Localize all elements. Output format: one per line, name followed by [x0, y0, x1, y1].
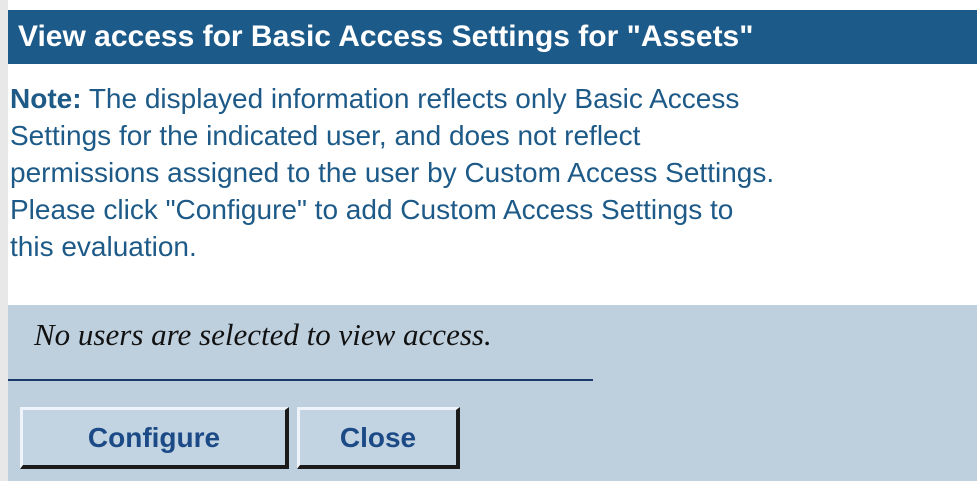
configure-button[interactable]: Configure [20, 407, 289, 469]
dialog-title: View access for Basic Access Settings fo… [8, 10, 977, 64]
view-access-dialog: View access for Basic Access Settings fo… [0, 0, 977, 481]
note-label: Note: [10, 83, 82, 114]
divider [8, 379, 593, 381]
note-text: Note: The displayed information reflects… [8, 80, 977, 265]
empty-state-message: No users are selected to view access. [34, 317, 492, 352]
note-line: permissions assigned to the user by Cust… [10, 157, 775, 188]
close-button[interactable]: Close [297, 407, 460, 469]
note-line: Settings for the indicated user, and doe… [10, 120, 641, 151]
note-line: Note: The displayed information reflects… [10, 80, 977, 117]
note-line: this evaluation. [10, 231, 197, 262]
note-line-text: The displayed information reflects only … [81, 83, 740, 114]
users-panel: No users are selected to view access. Co… [8, 305, 977, 481]
note-line: Please click "Configure" to add Custom A… [10, 194, 734, 225]
